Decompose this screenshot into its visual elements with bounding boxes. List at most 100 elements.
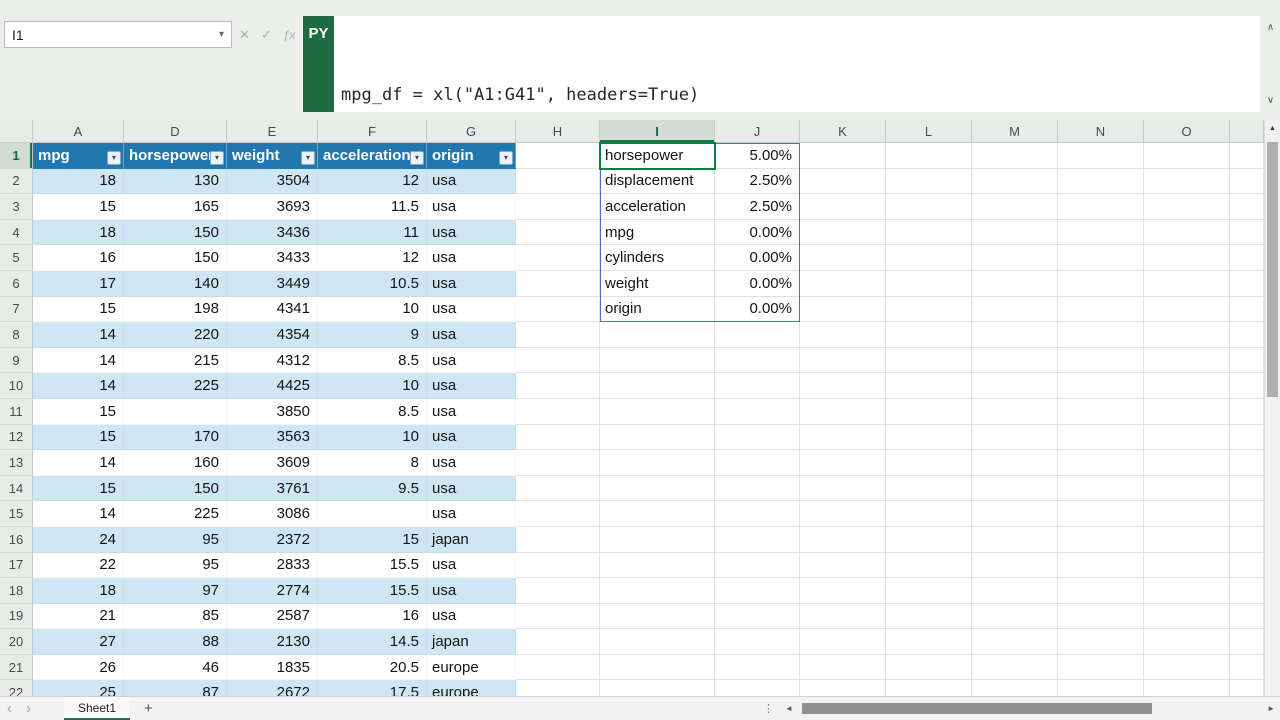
cell-H3[interactable]	[516, 194, 600, 220]
cell-H10[interactable]	[516, 373, 600, 399]
cell-X13[interactable]	[1230, 450, 1264, 476]
cell-J1[interactable]: 5.00%	[715, 143, 800, 169]
formula-bar[interactable]: PY mpg_df = xl("A1:G41", headers=True) p…	[303, 16, 1260, 112]
cell-N11[interactable]	[1058, 399, 1144, 425]
cell-X8[interactable]	[1230, 322, 1264, 348]
cell-M1[interactable]	[972, 143, 1058, 169]
cell-O10[interactable]	[1144, 373, 1230, 399]
cell-H17[interactable]	[516, 553, 600, 579]
cell-A15[interactable]: 14	[33, 501, 124, 527]
cell-K5[interactable]	[800, 245, 886, 271]
cell-J3[interactable]: 2.50%	[715, 194, 800, 220]
cell-I2[interactable]: displacement	[600, 169, 715, 195]
cell-H20[interactable]	[516, 629, 600, 655]
cell-J10[interactable]	[715, 373, 800, 399]
cell-E17[interactable]: 2833	[227, 553, 318, 579]
cell-M15[interactable]	[972, 501, 1058, 527]
cell-I20[interactable]	[600, 629, 715, 655]
cell-D20[interactable]: 88	[124, 629, 227, 655]
cell-K21[interactable]	[800, 655, 886, 681]
cell-I1[interactable]: horsepower	[600, 143, 715, 169]
column-header-J[interactable]: J	[715, 120, 800, 143]
cell-A16[interactable]: 24	[33, 527, 124, 553]
insert-function-icon[interactable]: ƒx	[283, 28, 296, 42]
cell-H21[interactable]	[516, 655, 600, 681]
cell-N5[interactable]	[1058, 245, 1144, 271]
cell-F5[interactable]: 12	[318, 245, 427, 271]
cell-M14[interactable]	[972, 476, 1058, 502]
select-all-corner[interactable]	[0, 120, 33, 143]
cell-M7[interactable]	[972, 297, 1058, 323]
cell-X5[interactable]	[1230, 245, 1264, 271]
cell-X21[interactable]	[1230, 655, 1264, 681]
cell-E7[interactable]: 4341	[227, 297, 318, 323]
cell-G4[interactable]: usa	[427, 220, 516, 246]
cell-K11[interactable]	[800, 399, 886, 425]
cell-E15[interactable]: 3086	[227, 501, 318, 527]
cell-E12[interactable]: 3563	[227, 425, 318, 451]
cell-X20[interactable]	[1230, 629, 1264, 655]
row-header-6[interactable]: 6	[0, 271, 33, 297]
cell-X2[interactable]	[1230, 169, 1264, 195]
cell-M2[interactable]	[972, 169, 1058, 195]
cell-H16[interactable]	[516, 527, 600, 553]
cell-K18[interactable]	[800, 578, 886, 604]
cell-I13[interactable]	[600, 450, 715, 476]
cell-E16[interactable]: 2372	[227, 527, 318, 553]
row-header-14[interactable]: 14	[0, 476, 33, 502]
cell-G8[interactable]: usa	[427, 322, 516, 348]
cell-M5[interactable]	[972, 245, 1058, 271]
python-formula-editor[interactable]: mpg_df = xl("A1:G41", headers=True) perc…	[334, 16, 1260, 112]
cell-X12[interactable]	[1230, 425, 1264, 451]
cell-X18[interactable]	[1230, 578, 1264, 604]
row-header-21[interactable]: 21	[0, 655, 33, 681]
cell-K16[interactable]	[800, 527, 886, 553]
cell-L1[interactable]	[886, 143, 972, 169]
cell-G19[interactable]: usa	[427, 604, 516, 630]
cell-N4[interactable]	[1058, 220, 1144, 246]
cell-E13[interactable]: 3609	[227, 450, 318, 476]
row-header-8[interactable]: 8	[0, 322, 33, 348]
cell-A5[interactable]: 16	[33, 245, 124, 271]
cell-N21[interactable]	[1058, 655, 1144, 681]
cell-I9[interactable]	[600, 348, 715, 374]
cell-L8[interactable]	[886, 322, 972, 348]
cell-N17[interactable]	[1058, 553, 1144, 579]
column-header-F[interactable]: F	[318, 120, 427, 143]
cell-J11[interactable]	[715, 399, 800, 425]
cell-I22[interactable]	[600, 680, 715, 696]
cell-L17[interactable]	[886, 553, 972, 579]
cell-N6[interactable]	[1058, 271, 1144, 297]
cell-F16[interactable]: 15	[318, 527, 427, 553]
cell-H19[interactable]	[516, 604, 600, 630]
cell-O22[interactable]	[1144, 680, 1230, 696]
cell-K10[interactable]	[800, 373, 886, 399]
cell-M22[interactable]	[972, 680, 1058, 696]
cell-O7[interactable]	[1144, 297, 1230, 323]
cell-I19[interactable]	[600, 604, 715, 630]
cell-K19[interactable]	[800, 604, 886, 630]
cell-H14[interactable]	[516, 476, 600, 502]
cell-I18[interactable]	[600, 578, 715, 604]
cell-I16[interactable]	[600, 527, 715, 553]
cell-L15[interactable]	[886, 501, 972, 527]
cell-A12[interactable]: 15	[33, 425, 124, 451]
cell-N18[interactable]	[1058, 578, 1144, 604]
cell-N10[interactable]	[1058, 373, 1144, 399]
cell-F7[interactable]: 10	[318, 297, 427, 323]
sheet-nav-next-icon[interactable]: ›	[19, 701, 38, 716]
cell-D18[interactable]: 97	[124, 578, 227, 604]
cell-K15[interactable]	[800, 501, 886, 527]
cell-D17[interactable]: 95	[124, 553, 227, 579]
cell-N1[interactable]	[1058, 143, 1144, 169]
row-header-10[interactable]: 10	[0, 373, 33, 399]
cell-A21[interactable]: 26	[33, 655, 124, 681]
cell-A3[interactable]: 15	[33, 194, 124, 220]
cell-I12[interactable]	[600, 425, 715, 451]
sheet-nav-prev-icon[interactable]: ‹	[0, 701, 19, 716]
table-header-cell-E1[interactable]: weight▾	[227, 143, 318, 169]
cell-L18[interactable]	[886, 578, 972, 604]
cell-O3[interactable]	[1144, 194, 1230, 220]
cell-I15[interactable]	[600, 501, 715, 527]
filter-dropdown-icon[interactable]: ▾	[410, 151, 424, 165]
